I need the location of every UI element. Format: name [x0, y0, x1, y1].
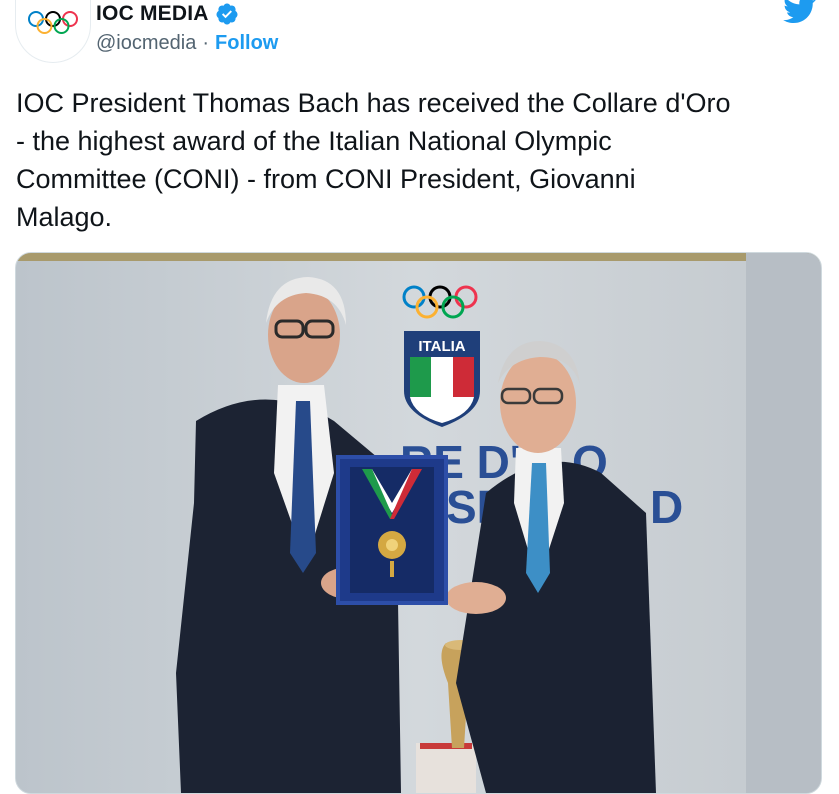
follow-button[interactable]: Follow — [215, 32, 278, 55]
account-name[interactable]: IOC MEDIA — [96, 2, 209, 26]
account-name-row: IOC MEDIA — [96, 0, 239, 28]
twitter-bird-icon[interactable] — [783, 0, 817, 24]
backdrop-text-2b: D — [650, 481, 683, 533]
award-ceremony-photo: ITALIA RE D' O SP D — [16, 253, 821, 793]
verified-badge-icon — [216, 3, 238, 25]
shield-label: ITALIA — [418, 338, 465, 355]
account-handle[interactable]: @iocmedia — [96, 32, 196, 55]
italia-shield-icon: ITALIA — [404, 331, 480, 427]
tweet-photo[interactable]: ITALIA RE D' O SP D — [15, 252, 822, 794]
avatar[interactable] — [16, 0, 90, 62]
handle-row: @iocmedia · Follow — [96, 32, 278, 55]
collare-doro-award — [336, 455, 448, 605]
tweet-text: IOC President Thomas Bach has received t… — [16, 88, 731, 232]
olympic-rings-icon — [28, 11, 78, 34]
separator-dot: · — [202, 32, 210, 54]
